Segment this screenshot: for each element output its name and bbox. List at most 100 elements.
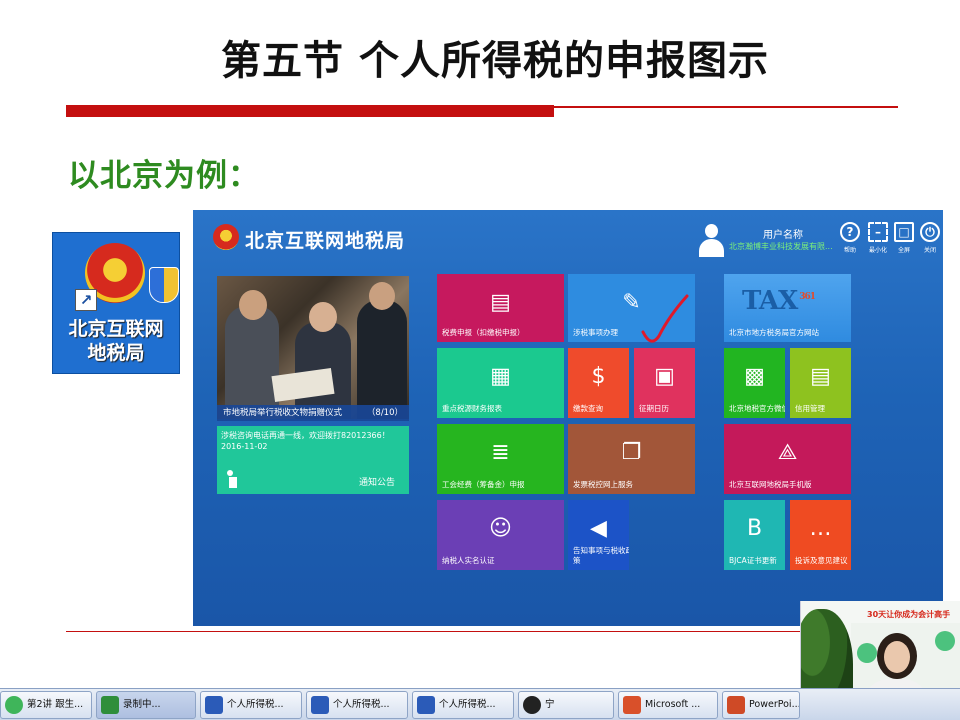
tile-wechat[interactable]: ▩ 北京地税官方微信 — [724, 348, 785, 418]
avatar-icon — [523, 696, 541, 714]
windows-taskbar: 第2讲 跟生... 录制中... 个人所得税... 个人所得税... 个人所得税… — [0, 688, 960, 720]
money-search-icon: $ — [591, 364, 606, 390]
taskbar-item-word-2[interactable]: 个人所得税... — [306, 691, 408, 719]
certificate-icon: B — [746, 516, 763, 542]
tile-notices-policy[interactable]: ◀ 告知事项与税收政策 — [568, 500, 629, 570]
presenter-face — [884, 641, 910, 673]
tile-real-name-auth[interactable]: ☺ 纳税人实名认证 — [437, 500, 564, 570]
tile-label: 税费申报（扣缴税申报） — [442, 328, 525, 337]
tile-credit-management[interactable]: ▤ 信用管理 — [790, 348, 851, 418]
tax-portal-screenshot: 北京互联网地税局 用户名称 北京瀚博丰业科技发展有限... ? 帮助 – 最小化… — [193, 210, 943, 626]
red-checkmark-annotation — [641, 294, 689, 343]
webcam-banner-text: 30天让你成为会计高手 — [867, 610, 951, 619]
word-doc-icon — [205, 696, 223, 714]
chat-bubble-icon: … — [809, 516, 832, 542]
title-accent-bar — [66, 105, 554, 117]
taskbar-item-powerpoint[interactable]: PowerPoi... — [722, 691, 800, 719]
tile-label: BJCA证书更新 — [729, 556, 777, 565]
taskbar-item-chat[interactable]: 宁 — [518, 691, 614, 719]
qr-code-icon: ▩ — [744, 364, 765, 390]
tile-tax-filing[interactable]: ▤ 税费申报（扣缴税申报） — [437, 274, 564, 342]
word-doc-icon — [311, 696, 329, 714]
taskbar-item-label: 个人所得税... — [439, 699, 496, 710]
recorder-icon — [101, 696, 119, 714]
taskbar-item-label: 录制中... — [123, 699, 161, 710]
filing-grid-icon: ▤ — [490, 289, 511, 315]
taskbar-item-microsoft[interactable]: Microsoft ... — [618, 691, 718, 719]
notice-text: 涉税咨询电话再通一线，欢迎拨打82012366！ 2016-11-02 — [221, 431, 390, 451]
tile-tax-calendar[interactable]: ▣ 征期日历 — [634, 348, 695, 418]
shortcut-label-line2: 地税局 — [87, 342, 145, 364]
taskbar-item-label: PowerPoi... — [749, 699, 800, 710]
desktop-shortcut-beijing-tax[interactable]: ↗ 北京互联网 地税局 — [52, 232, 180, 374]
news-caption[interactable]: 市地税局举行税收文物捐赠仪式 （8/10） — [217, 405, 409, 421]
minimize-button[interactable]: – 最小化 — [867, 222, 889, 254]
tile-label: 告知事项与税收政策 — [573, 546, 629, 565]
tile-label: 征期日历 — [639, 404, 669, 413]
taskbar-item-word-3[interactable]: 个人所得税... — [412, 691, 514, 719]
tile-label: 北京互联网地税局手机版 — [729, 480, 812, 489]
speaker-icon: ◀ — [590, 516, 607, 542]
user-name-label: 用户名称 — [763, 230, 803, 241]
tax-logo: TAX 361 — [742, 286, 816, 316]
taskbar-item-label: 第2讲 跟生... — [27, 699, 84, 710]
decor-bubble — [857, 643, 877, 663]
taskbar-item-label: 宁 — [545, 699, 555, 710]
fullscreen-button[interactable]: □ 全屏 — [893, 222, 915, 254]
notice-tile[interactable]: 涉税咨询电话再通一线，欢迎拨打82012366！ 2016-11-02 通知公告 — [217, 426, 409, 494]
tile-complaints[interactable]: … 投诉及意见建议 — [790, 500, 851, 570]
notice-person-icon — [227, 470, 241, 488]
office-app-icon — [623, 696, 641, 714]
powerpoint-icon — [727, 696, 745, 714]
tile-payment-query[interactable]: $ 缴款查询 — [568, 348, 629, 418]
tile-label: 信用管理 — [795, 404, 825, 413]
user-avatar-icon[interactable] — [697, 224, 725, 258]
news-page-indicator: （8/10） — [366, 408, 403, 418]
taskbar-item-recording[interactable]: 录制中... — [96, 691, 196, 719]
portal-site-title: 北京互联网地税局 — [245, 230, 406, 252]
tile-label: 投诉及意见建议 — [795, 556, 848, 565]
tile-label: 工会经费（筹备金）申报 — [442, 480, 525, 489]
minimize-label: 最小化 — [868, 247, 887, 254]
slide-title: 第五节 个人所得税的申报图示 — [221, 38, 769, 84]
help-button[interactable]: ? 帮助 — [839, 222, 861, 254]
slide-canvas: 第五节 个人所得税的申报图示 以北京为例： ↗ 北京互联网 地税局 北京互联网地… — [0, 0, 960, 720]
user-company-name: 北京瀚博丰业科技发展有限... — [729, 242, 833, 251]
minimize-icon: – — [868, 222, 888, 242]
tile-bjca-certificate[interactable]: B BJCA证书更新 — [724, 500, 785, 570]
tile-invoice-service[interactable]: ❐ 发票税控网上服务 — [568, 424, 695, 494]
calendar-icon: ▣ — [654, 364, 675, 390]
title-accent-line — [554, 106, 898, 108]
edit-document-icon: ✎ — [622, 289, 641, 315]
tile-label: 发票税控网上服务 — [573, 480, 633, 489]
taskbar-item-label: Microsoft ... — [645, 699, 701, 710]
tax-logo-text: TAX — [742, 286, 798, 316]
close-button[interactable]: ⏻ 关闭 — [919, 222, 941, 254]
taskbar-item-word-1[interactable]: 个人所得税... — [200, 691, 302, 719]
shield-icon — [149, 267, 179, 303]
shortcut-label: 北京互联网 地税局 — [53, 317, 179, 365]
decor-bubble — [935, 631, 955, 651]
copy-document-icon: ❐ — [621, 440, 642, 466]
tile-label: 缴款查询 — [573, 404, 603, 413]
news-caption-text: 市地税局举行税收文物捐赠仪式 — [223, 408, 343, 418]
list-document-icon: ▤ — [810, 364, 831, 390]
tile-label: 重点税源财务报表 — [442, 404, 502, 413]
help-label: 帮助 — [843, 247, 856, 254]
tile-label: 北京市地方税务局官方网站 — [729, 328, 819, 337]
fullscreen-icon: □ — [894, 222, 914, 242]
tile-label: 北京地税官方微信 — [729, 404, 785, 413]
power-icon: ⏻ — [920, 222, 940, 242]
news-photo[interactable] — [217, 276, 409, 419]
tile-union-fee[interactable]: ≣ 工会经费（筹备金）申报 — [437, 424, 564, 494]
tile-mobile-version[interactable]: ⟁ 北京互联网地税局手机版 — [724, 424, 851, 494]
coins-icon: ≣ — [491, 440, 510, 466]
tile-label: 涉税事项办理 — [573, 328, 618, 337]
tile-official-website[interactable]: TAX 361 北京市地方税务局官方网站 — [724, 274, 851, 342]
footer-accent-line — [66, 631, 898, 632]
taskbar-item-course[interactable]: 第2讲 跟生... — [0, 691, 92, 719]
share-icon: ⟁ — [777, 440, 798, 466]
tile-financial-statements[interactable]: ▦ 重点税源财务报表 — [437, 348, 564, 418]
notice-label: 通知公告 — [358, 478, 395, 488]
help-icon: ? — [840, 222, 860, 242]
